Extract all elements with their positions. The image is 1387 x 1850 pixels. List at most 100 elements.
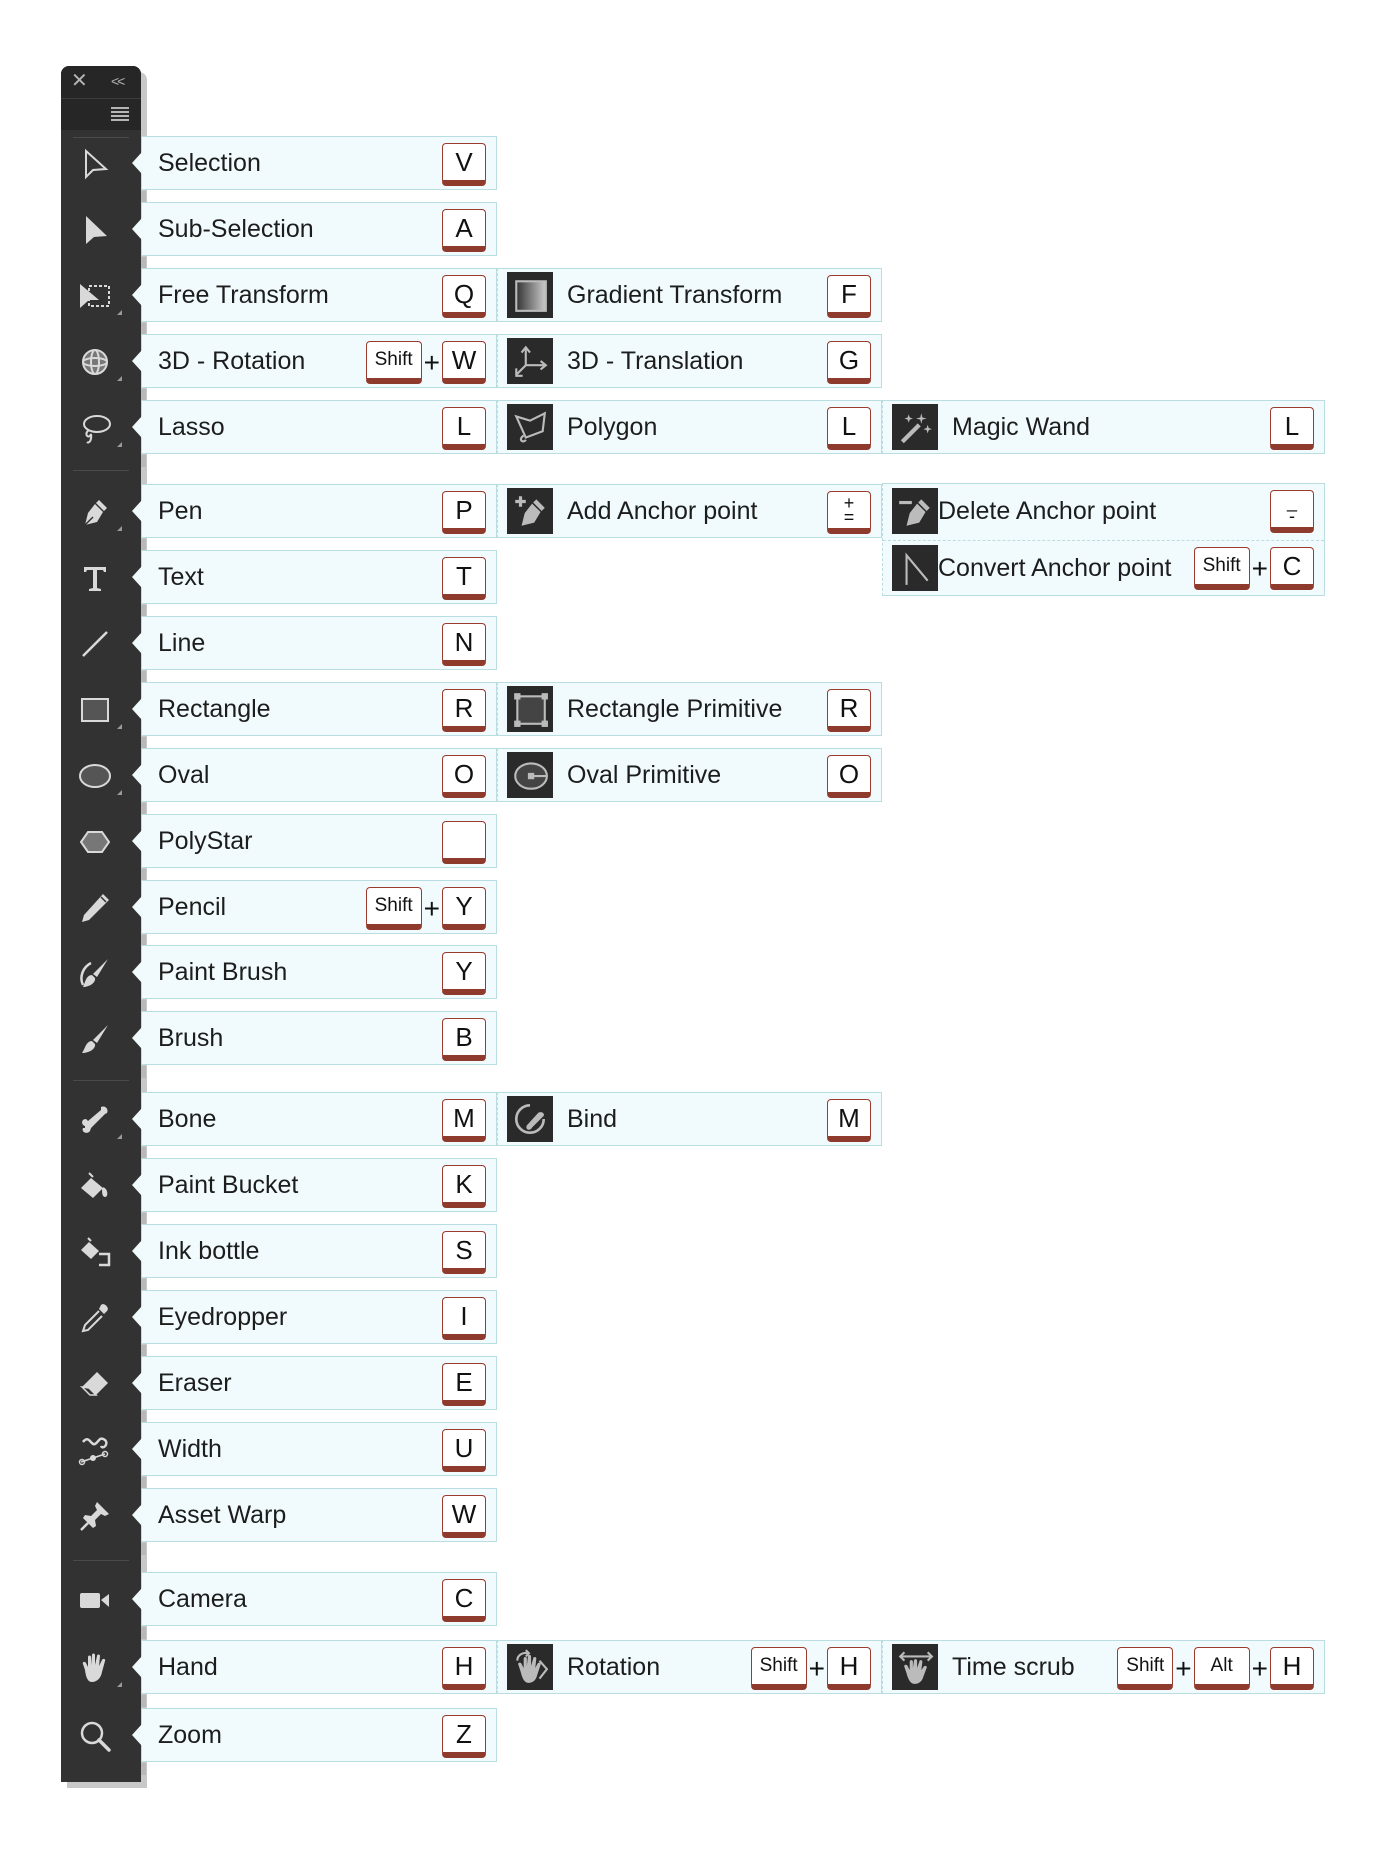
tool-name: Gradient Transform	[567, 280, 783, 309]
tool-button-polystar[interactable]	[75, 822, 115, 862]
tool-button-subselection-arrow[interactable]	[75, 210, 115, 250]
subtool-row[interactable]: 3D - Translation G	[497, 334, 882, 388]
tool-row[interactable]: Width U	[132, 1422, 497, 1476]
shortcut: O	[442, 755, 486, 798]
tool-button-bone[interactable]	[75, 1100, 115, 1140]
shortcut-key: Shift	[1117, 1647, 1174, 1690]
tool-button-eraser[interactable]	[75, 1364, 115, 1404]
subtool-row[interactable]: Oval Primitive O	[497, 748, 882, 802]
subtool-row[interactable]: Delete Anchor point _ -	[883, 484, 1324, 538]
tool-button-3d-rotation[interactable]	[75, 342, 115, 382]
shortcut-key: C	[1270, 547, 1314, 590]
tool-row[interactable]: Hand H	[132, 1640, 497, 1694]
shortcut: C	[442, 1579, 486, 1622]
tool-row[interactable]: Bone M	[132, 1092, 497, 1146]
tool-button-selection-arrow[interactable]	[75, 144, 115, 184]
tool-row[interactable]: Free Transform Q	[132, 268, 497, 322]
tool-button-ink-bottle[interactable]	[75, 1232, 115, 1272]
tool-row[interactable]: Eyedropper I	[132, 1290, 497, 1344]
submenu-indicator-icon	[117, 724, 122, 729]
shortcut-key: V	[442, 143, 486, 186]
tool-row[interactable]: Paint Brush Y	[132, 945, 497, 999]
tool-row[interactable]: Pencil Shift + Y	[132, 880, 497, 934]
tool-button-oval[interactable]	[75, 756, 115, 796]
subtool-row[interactable]: Polygon L	[497, 400, 882, 454]
tool-button-text[interactable]	[75, 558, 115, 598]
asset-warp-pin-icon	[80, 1502, 109, 1531]
shortcut: Shift + Alt + H	[1117, 1647, 1314, 1690]
tool-row[interactable]: Line N	[132, 616, 497, 670]
subtool-row[interactable]: Gradient Transform F	[497, 268, 882, 322]
tool-button-eyedropper[interactable]	[75, 1298, 115, 1338]
tool-name: Paint Bucket	[158, 1170, 299, 1199]
shortcut-key: C	[442, 1579, 486, 1622]
tool-name: Polygon	[567, 412, 658, 441]
tool-row[interactable]: 3D - Rotation Shift + W	[132, 334, 497, 388]
tool-row[interactable]: Paint Bucket K	[132, 1158, 497, 1212]
tool-button-pen[interactable]	[75, 492, 115, 532]
subtool-row[interactable]: Bind M	[497, 1092, 882, 1146]
tool-name: Rotation	[567, 1652, 661, 1681]
convert-anchor-icon	[892, 545, 938, 591]
tool-row[interactable]: Zoom Z	[132, 1708, 497, 1762]
plus-sign: +	[808, 1652, 825, 1684]
tool-row[interactable]: Pen P	[132, 484, 497, 538]
tool-row[interactable]: Lasso L	[132, 400, 497, 454]
shortcut: Shift + C	[1193, 547, 1314, 590]
hamburger-menu-icon[interactable]	[111, 106, 129, 124]
subtool-row[interactable]: Convert Anchor point Shift + C	[883, 541, 1324, 595]
tool-button-rectangle[interactable]	[75, 690, 115, 730]
tool-button-brush[interactable]	[75, 1019, 115, 1059]
subtool-row[interactable]: Rectangle Primitive R	[497, 682, 882, 736]
3d-translation-icon	[515, 345, 548, 377]
tool-button-lasso[interactable]	[75, 408, 115, 448]
collapse-icon[interactable]: <<	[111, 72, 125, 90]
shortcut: Shift + W	[365, 341, 486, 384]
tool-button-camera[interactable]	[75, 1580, 115, 1620]
shortcut-key: Shift	[365, 887, 422, 930]
camera-icon	[80, 1593, 109, 1608]
pointer-notch	[132, 1504, 142, 1526]
tool-row[interactable]: Text T	[132, 550, 497, 604]
tool-button-paint-brush[interactable]	[75, 953, 115, 993]
tool-row[interactable]: Ink bottle S	[132, 1224, 497, 1278]
tool-row[interactable]: Eraser E	[132, 1356, 497, 1410]
tool-row[interactable]: Oval O	[132, 748, 497, 802]
tool-button-hand[interactable]	[75, 1648, 115, 1688]
subtool-row[interactable]: Time scrub Shift + Alt + H	[882, 1640, 1325, 1694]
subtool-row[interactable]: Add Anchor point + =	[497, 484, 882, 538]
tool-button-free-transform[interactable]	[75, 276, 115, 316]
shortcut-key: E	[442, 1363, 486, 1406]
pointer-notch	[132, 284, 142, 306]
magic-wand-icon	[900, 413, 932, 444]
shortcut: M	[442, 1099, 486, 1142]
tool-row[interactable]: Selection V	[132, 136, 497, 190]
tool-row[interactable]: Camera C	[132, 1572, 497, 1626]
gradient-transform-icon	[515, 280, 547, 312]
panel-header: ✕ <<	[61, 66, 141, 130]
tool-button-pencil[interactable]	[75, 888, 115, 928]
shortcut-key: N	[442, 623, 486, 666]
shortcut-key: K	[442, 1165, 486, 1208]
tool-button-zoom-magnifier[interactable]	[75, 1716, 115, 1756]
tool-row[interactable]: Rectangle R	[132, 682, 497, 736]
shortcut-key: Shift	[750, 1647, 807, 1690]
tool-button-line[interactable]	[75, 624, 115, 664]
tool-row[interactable]: Brush B	[132, 1011, 497, 1065]
plus-sign: +	[1251, 1652, 1268, 1684]
shortcut: + =	[827, 491, 871, 534]
tool-button-width-tool[interactable]	[75, 1430, 115, 1470]
zoom-magnifier-icon	[80, 1721, 111, 1752]
close-icon[interactable]: ✕	[71, 71, 88, 91]
polygon-lasso-icon	[514, 411, 547, 443]
tool-row[interactable]: Asset Warp W	[132, 1488, 497, 1542]
rotation-hand-icon	[516, 1649, 549, 1683]
subtool-row[interactable]: Magic Wand L	[882, 400, 1325, 454]
tool-button-paint-bucket[interactable]	[75, 1166, 115, 1206]
tool-button-asset-warp-pin[interactable]	[75, 1496, 115, 1536]
subtool-row[interactable]: Rotation Shift + H	[497, 1640, 882, 1694]
rectangle-primitive-icon	[507, 686, 553, 732]
tool-row[interactable]: PolyStar	[132, 814, 497, 868]
tool-row[interactable]: Sub-Selection A	[132, 202, 497, 256]
shortcut-key: W	[442, 341, 486, 384]
